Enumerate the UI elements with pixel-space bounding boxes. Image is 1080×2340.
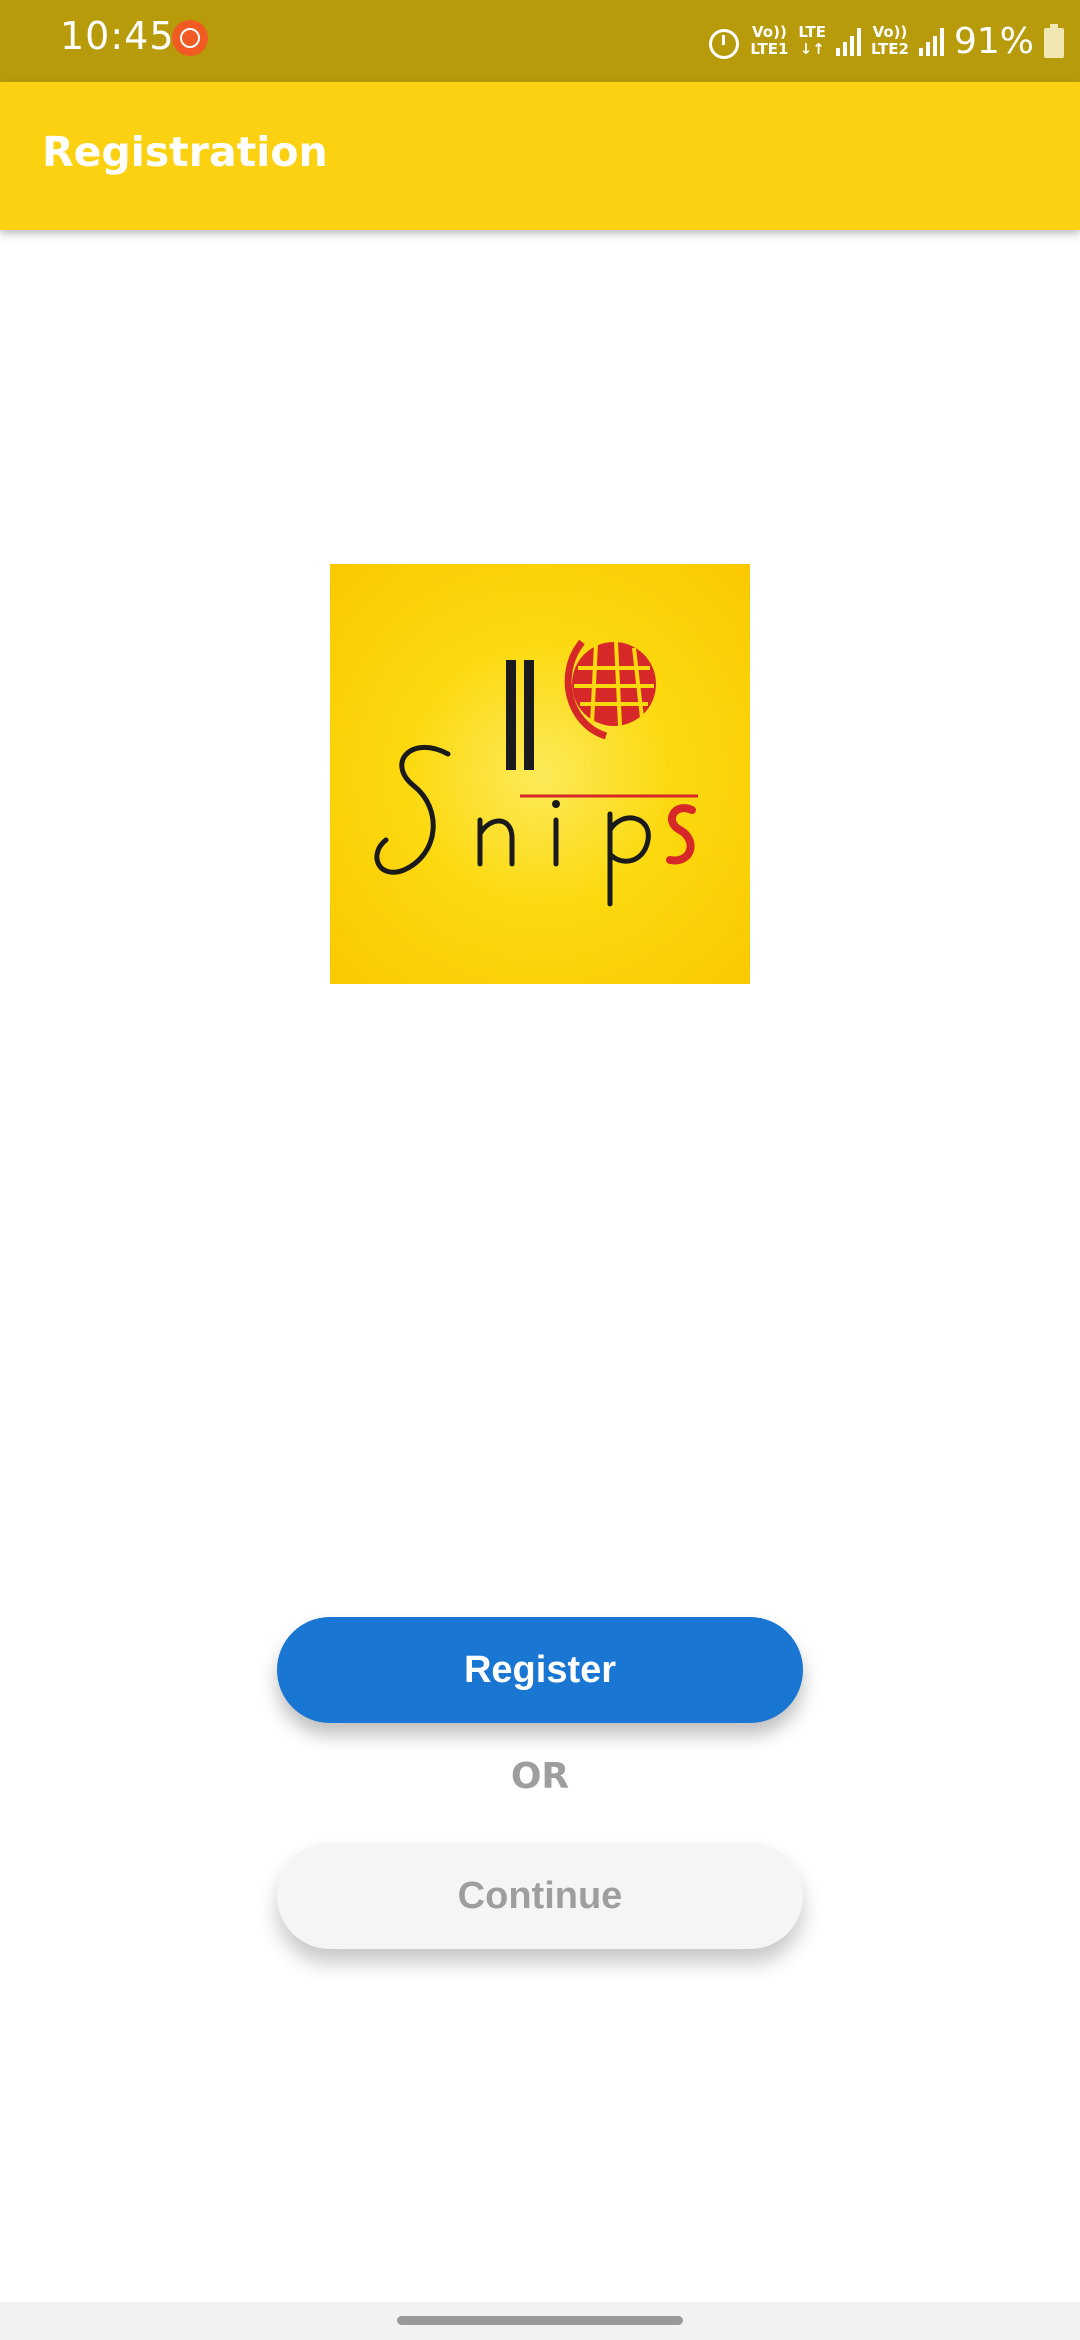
status-time: 10:45 bbox=[60, 14, 175, 58]
registration-screen: 10:45 Vo)) LTE1 LTE ↓↑ Vo)) LTE2 91% Reg… bbox=[0, 0, 1080, 2340]
battery-icon bbox=[1044, 24, 1064, 58]
continue-button[interactable]: Continue bbox=[277, 1843, 803, 1949]
battery-percent: 91% bbox=[953, 20, 1034, 62]
sim2-signal-icon bbox=[918, 26, 944, 56]
snips-logo bbox=[330, 564, 750, 984]
alarm-icon bbox=[706, 24, 740, 59]
globe-icon bbox=[564, 639, 656, 740]
snips-logo-graphic bbox=[374, 639, 698, 907]
status-icons: Vo)) LTE1 LTE ↓↑ Vo)) LTE2 91% bbox=[706, 14, 1064, 68]
or-separator: OR bbox=[510, 1756, 570, 1797]
mi-notification-icon bbox=[172, 20, 208, 56]
navigation-bar bbox=[0, 2302, 1080, 2340]
register-button[interactable]: Register bbox=[277, 1617, 803, 1723]
home-gesture-handle[interactable] bbox=[397, 2316, 683, 2325]
sim1-volte-label: Vo)) bbox=[752, 23, 787, 41]
data-activity-indicator: LTE ↓↑ bbox=[798, 24, 826, 58]
data-arrows-label: ↓↑ bbox=[799, 40, 825, 58]
data-lte-label: LTE bbox=[798, 23, 826, 41]
sim2-volte-label: Vo)) bbox=[872, 23, 908, 41]
sim2-lte-label: LTE2 bbox=[870, 40, 909, 58]
status-bar: 10:45 Vo)) LTE1 LTE ↓↑ Vo)) LTE2 91% bbox=[0, 0, 1080, 82]
sim1-signal-icon bbox=[835, 26, 861, 56]
page-title: Registration bbox=[42, 128, 328, 176]
app-bar: Registration bbox=[0, 82, 1080, 230]
sim1-volte-indicator: Vo)) LTE1 bbox=[750, 24, 788, 58]
sim1-lte-label: LTE1 bbox=[750, 40, 789, 58]
sim2-volte-indicator: Vo)) LTE2 bbox=[871, 24, 909, 58]
